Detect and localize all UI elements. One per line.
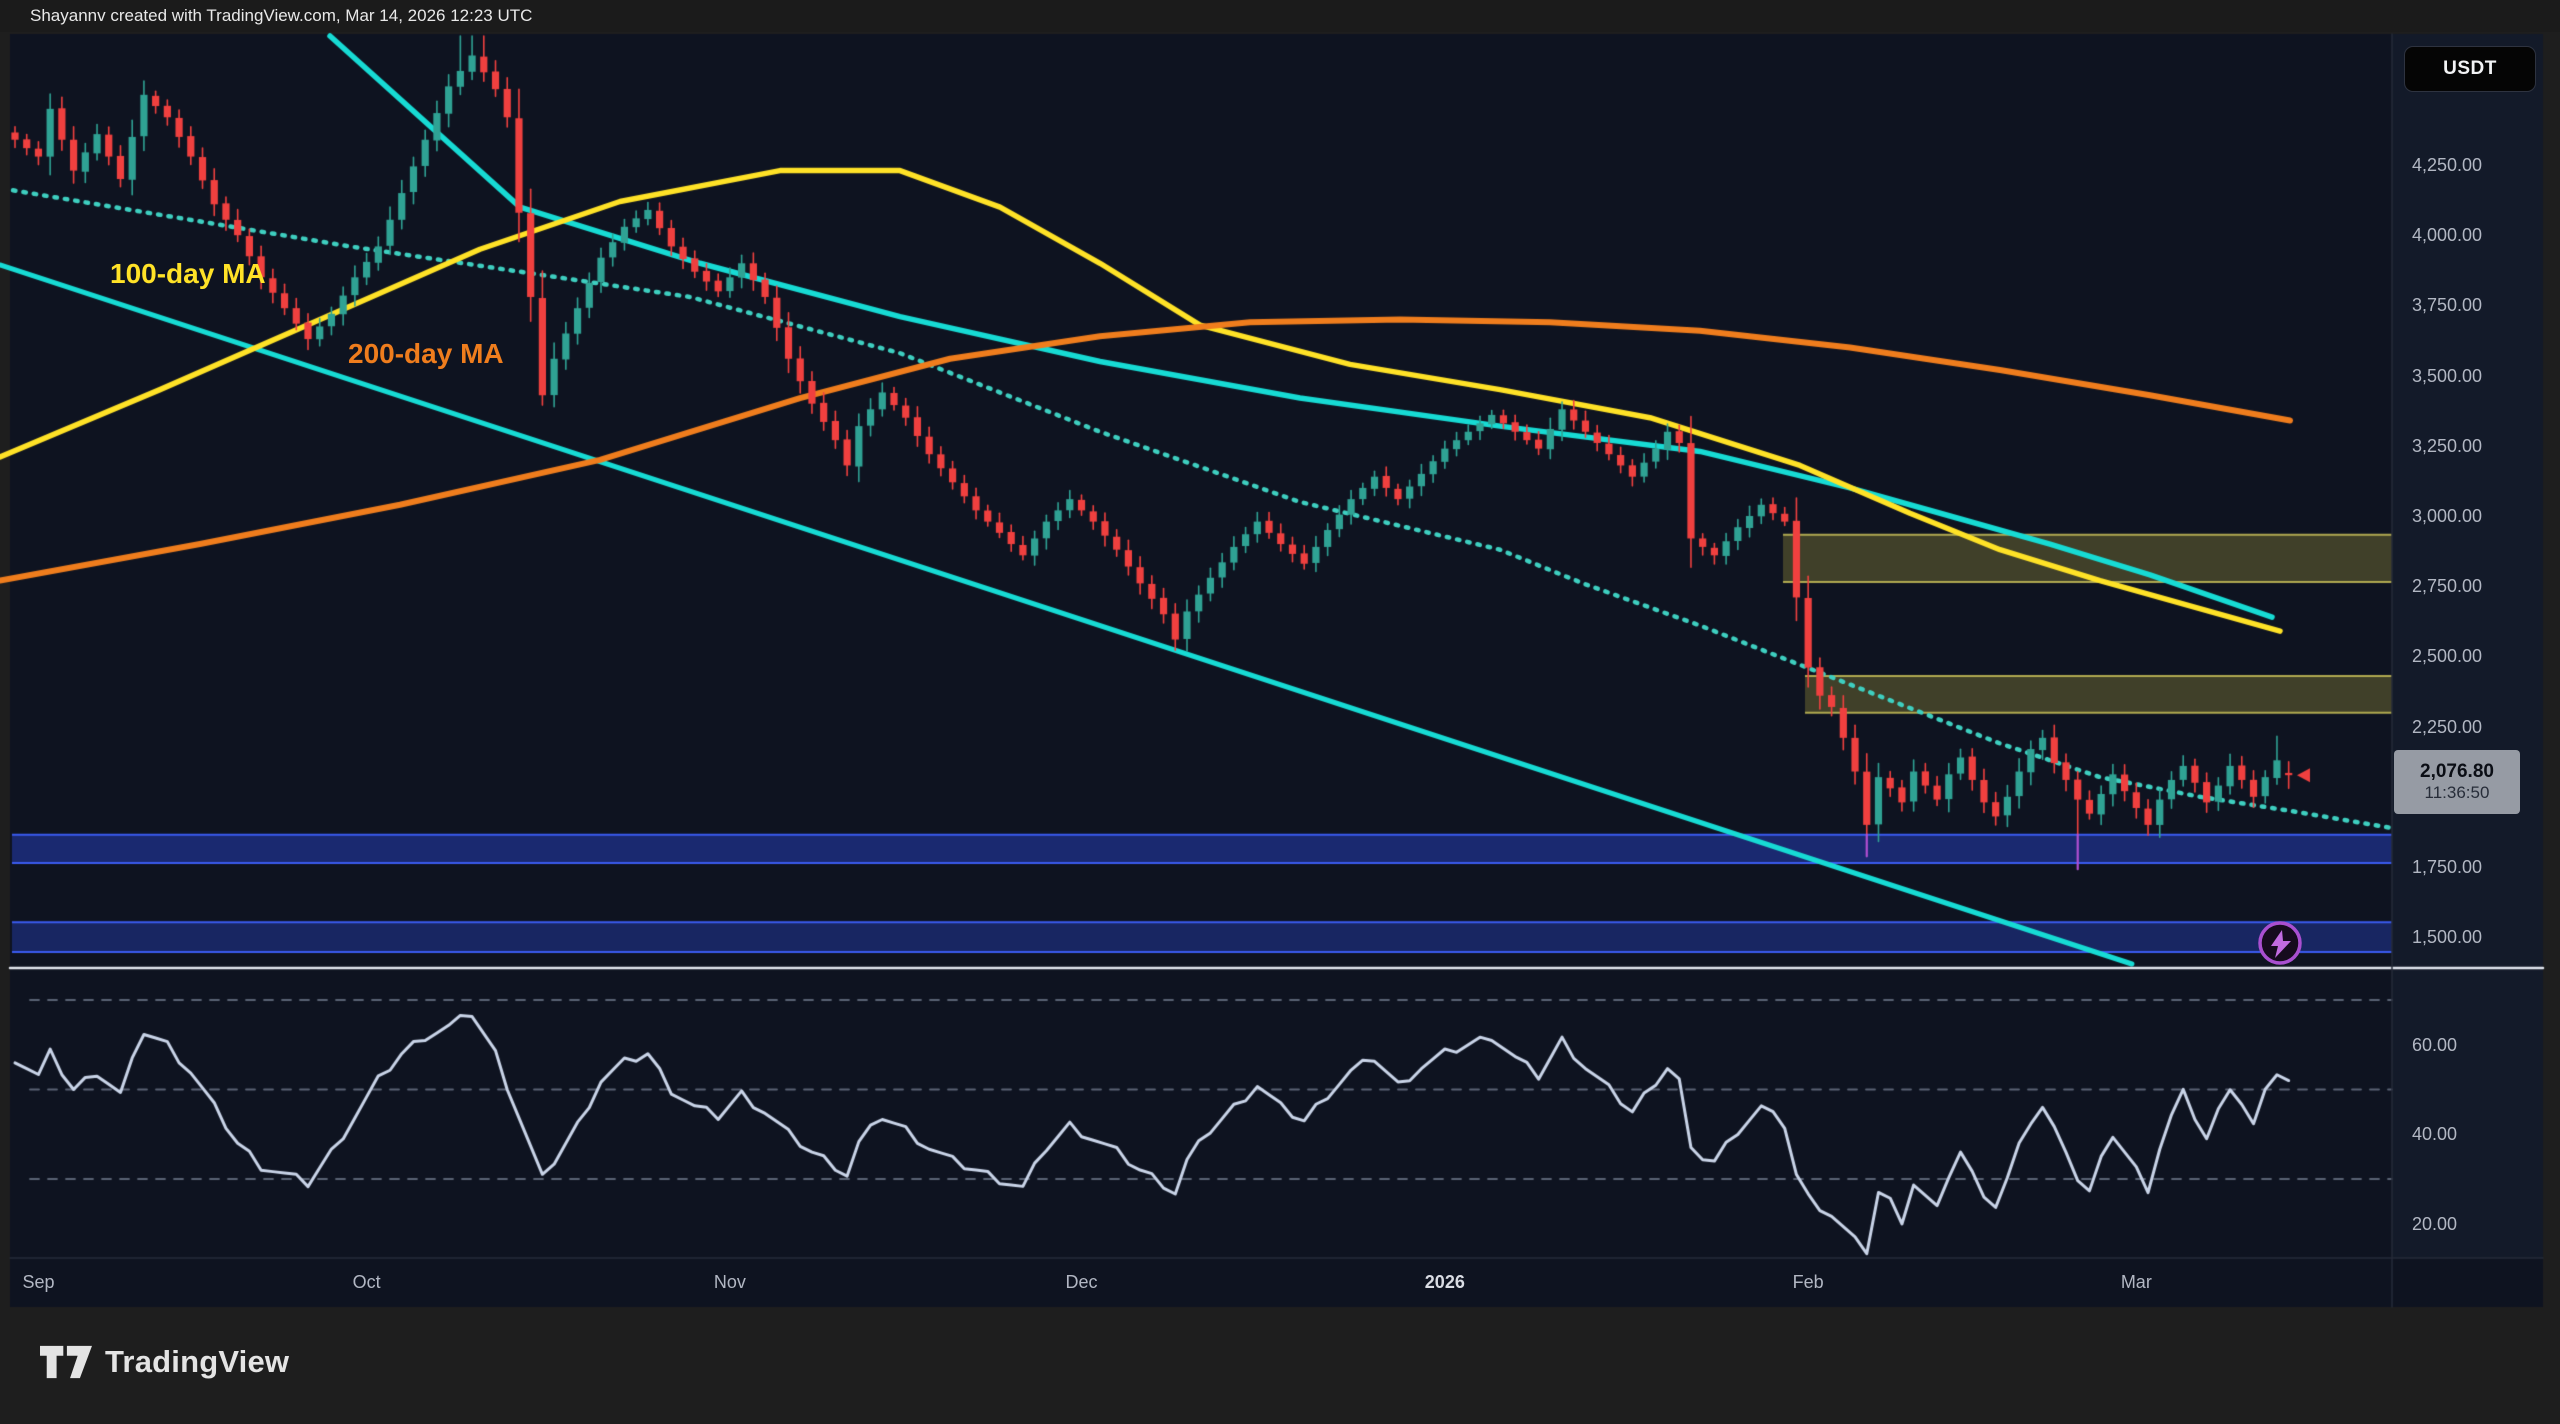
month-label: Mar (2091, 1272, 2181, 1293)
tradingview-chart-screenshot: Shayannv created with TradingView.com, M… (0, 0, 2560, 1424)
month-label: Feb (1763, 1272, 1853, 1293)
ma100-label: 100-day MA (110, 258, 266, 290)
month-label: Nov (685, 1272, 775, 1293)
countdown-timer: 11:36:50 (2425, 783, 2490, 803)
price-tick: 1,500.00 (2412, 925, 2542, 949)
last-price-value: 2,076.80 (2420, 761, 2494, 783)
rsi-tick: 20.00 (2412, 1212, 2542, 1236)
price-tick: 4,250.00 (2412, 153, 2542, 177)
month-label: Dec (1037, 1272, 1127, 1293)
rsi-tick: 60.00 (2412, 1033, 2542, 1057)
price-chart-canvas[interactable] (0, 0, 2560, 1424)
price-tick: 4,000.00 (2412, 223, 2542, 247)
tradingview-logo[interactable]: TradingView (40, 1344, 289, 1380)
price-tick: 3,000.00 (2412, 504, 2542, 528)
price-tick: 3,750.00 (2412, 293, 2542, 317)
lightning-marker[interactable] (2254, 917, 2306, 969)
currency-badge[interactable]: USDT (2404, 46, 2536, 92)
ma200-label: 200-day MA (348, 338, 504, 370)
last-price-badge: 2,076.80 11:36:50 (2394, 750, 2520, 814)
tradingview-logo-text: TradingView (105, 1344, 289, 1380)
lightning-bolt-icon (2254, 917, 2306, 969)
month-label: Oct (322, 1272, 412, 1293)
tradingview-mark-icon (40, 1344, 92, 1380)
month-label: Sep (0, 1272, 83, 1293)
price-tick: 2,750.00 (2412, 574, 2542, 598)
price-tick: 3,250.00 (2412, 434, 2542, 458)
price-tick: 1,750.00 (2412, 855, 2542, 879)
price-tick: 2,500.00 (2412, 644, 2542, 668)
price-tick: 2,250.00 (2412, 715, 2542, 739)
price-tick: 3,500.00 (2412, 364, 2542, 388)
rsi-tick: 40.00 (2412, 1122, 2542, 1146)
month-label: 2026 (1400, 1272, 1490, 1293)
